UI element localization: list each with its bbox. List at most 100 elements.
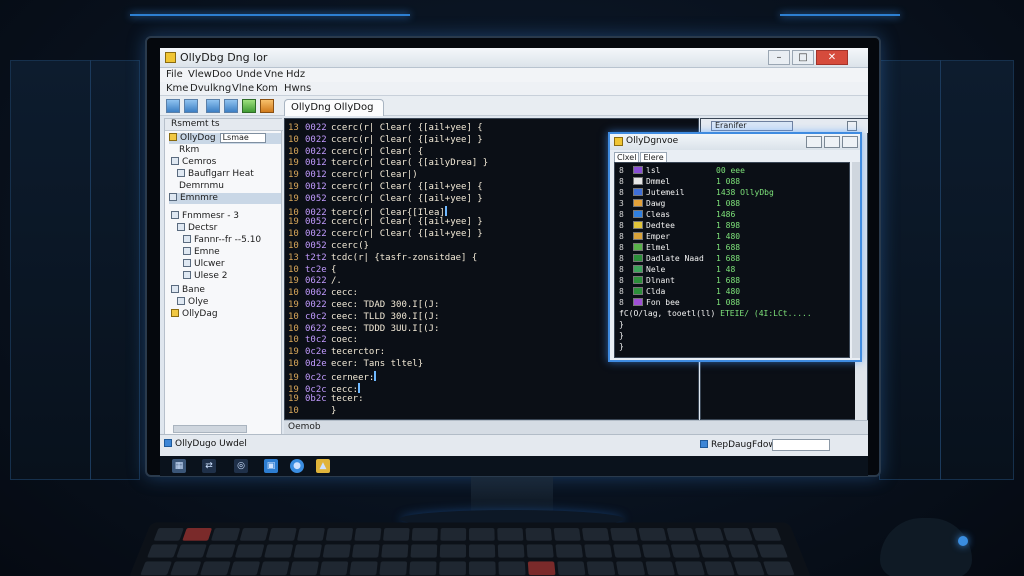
keyboard: [128, 522, 812, 576]
code-line[interactable]: 19 0c2e tecerctor:: [285, 347, 385, 359]
menu-item[interactable]: Dvulkng: [190, 83, 231, 94]
open-icon[interactable]: [166, 99, 180, 113]
text-caret: [358, 382, 361, 393]
tree-item[interactable]: Fannr--fr --5.10: [183, 235, 261, 246]
code-line[interactable]: 19 0012 tcerc(r| Clear( {[ailyDrea] }: [285, 158, 488, 170]
tree-item[interactable]: Dectsr: [177, 223, 217, 234]
code-line[interactable]: 10 0622 ceec: TDDD 3UU.I[(J:: [285, 324, 439, 336]
code-line[interactable]: 10 0022 ccerc(r| Clear( {[ail+yee] }: [285, 229, 483, 241]
keyboard-key: [733, 561, 765, 576]
menu-item[interactable]: Vlne: [232, 83, 254, 94]
instruction-text: ccerc(r| Clear( {[ail+yee] }: [331, 193, 483, 204]
dialog-list-row[interactable]: 8 Cleas 1486: [615, 210, 735, 221]
dialog-list-row[interactable]: 8 Nele 1 48: [615, 265, 735, 276]
code-line[interactable]: 10 0022 ccerc(r| Clear( {[ail+yee] }: [285, 135, 483, 147]
code-line[interactable]: 10 t0c2 coec:: [285, 335, 358, 347]
horizontal-scrollbar[interactable]: [173, 425, 247, 433]
tree-item[interactable]: Ulcwer: [183, 259, 225, 270]
step-icon[interactable]: [260, 99, 274, 113]
code-line[interactable]: 19 0012 ccerc(r| Clear( {[ail+yee] {: [285, 182, 483, 194]
tree-item[interactable]: Rkm: [179, 145, 199, 156]
code-line[interactable]: 19 0022 ceec: TDAD 300.I[(J:: [285, 300, 439, 312]
code-line[interactable]: 19 0b2c tecer:: [285, 394, 364, 406]
code-line[interactable]: 13 t2t2 tcdc(r| {tasfr-zonsitdae] {: [285, 253, 477, 265]
search-icon[interactable]: ◎: [234, 459, 248, 473]
code-line[interactable]: 19 0c2c cecc:: [285, 382, 361, 395]
code-line[interactable]: 10 c0c2 ceec: TLLD 300.I[(J:: [285, 312, 439, 324]
folder-icon[interactable]: ▣: [264, 459, 278, 473]
menu-item[interactable]: Kom: [256, 83, 278, 94]
code-line[interactable]: 10 0022 tcerc(r| Clear{[Ilea]: [285, 205, 447, 218]
dialog-close-button[interactable]: [842, 136, 858, 148]
tree-item-label: Cemros: [182, 157, 217, 167]
run-icon[interactable]: [242, 99, 256, 113]
tree-item[interactable]: OllyDog Lsmae: [169, 133, 281, 144]
menu-item[interactable]: Unde: [236, 69, 262, 80]
instruction-text: coec:: [331, 335, 359, 346]
app-icon[interactable]: ▲: [316, 459, 330, 473]
code-line[interactable]: 10 0062 cecc:: [285, 288, 358, 300]
code-line[interactable]: 10 0022 ccerc(r| Clear( {: [285, 147, 423, 159]
window-icon[interactable]: [224, 99, 238, 113]
tree-item[interactable]: Emnmre: [169, 193, 281, 204]
dialog-window: OllyDgnvoe Clxel Elere 8 lsl 00 eee 8 Dmmel 1 …: [608, 132, 862, 362]
dialog-list-row[interactable]: 8 lsl 00 eee: [615, 166, 745, 177]
code-line[interactable]: 19 0052 ccerc(r| Clear( {[ail+yee] }: [285, 217, 483, 229]
save-icon[interactable]: [206, 99, 220, 113]
file-icon: [183, 259, 191, 267]
dialog-list-row[interactable]: 8 Fon bee 1 088: [615, 298, 740, 309]
network-icon[interactable]: ⇄: [202, 459, 216, 473]
dialog-scrollbar[interactable]: [852, 162, 860, 358]
menu-item[interactable]: Vlew: [188, 69, 212, 80]
tree-item[interactable]: Bauflgarr Heat: [177, 169, 254, 180]
close-button[interactable]: ✕: [816, 50, 848, 65]
dialog-list-row[interactable]: 8 Jutemeil 1438 OllyDbg: [615, 188, 774, 199]
menu-item[interactable]: Doo: [212, 69, 232, 80]
menu-item[interactable]: Vne: [264, 69, 283, 80]
dialog-list-row[interactable]: 8 Dmmel 1 088: [615, 177, 740, 188]
code-line[interactable]: 13 0022 ccerc(r| Clear( {[ail+yee] {: [285, 123, 483, 135]
tree-item[interactable]: Bane: [171, 285, 205, 296]
minimize-button[interactable]: –: [768, 50, 790, 65]
code-line[interactable]: 19 0622 /.: [285, 276, 342, 288]
row-name: Dawg: [646, 199, 666, 208]
background-rack-left: [10, 60, 140, 480]
tree-item[interactable]: OllyDag: [171, 309, 218, 320]
code-line[interactable]: 10 0d2e ecer: Tans tltel}: [285, 359, 423, 371]
dialog-list-row[interactable]: 8 Emper 1 480: [615, 232, 740, 243]
dialog-list-row[interactable]: 8 Clda 1 480: [615, 287, 740, 298]
code-line[interactable]: 19 0012 ccerc(r| Clear|): [285, 170, 418, 182]
close-pane-icon[interactable]: [847, 121, 857, 131]
code-line[interactable]: 19 0c2c cerneer:: [285, 370, 377, 383]
dialog-list-row[interactable]: 3 Dawg 1 088: [615, 199, 740, 210]
tab-main[interactable]: OllyDng OllyDog: [284, 99, 384, 116]
status-field[interactable]: [772, 439, 830, 451]
dialog-list-row[interactable]: 8 Dlnant 1 688: [615, 276, 740, 287]
menu-item[interactable]: Hdz: [286, 69, 305, 80]
menu-item[interactable]: Hwns: [284, 83, 311, 94]
tree-item[interactable]: Ulese 2: [183, 271, 227, 282]
keyboard-key: [704, 561, 735, 576]
menu-item[interactable]: Kme: [166, 83, 188, 94]
dialog-maximize-button[interactable]: [824, 136, 840, 148]
dialog-list-row[interactable]: 8 Elmel 1 688: [615, 243, 740, 254]
tree-item[interactable]: Cemros: [171, 157, 216, 168]
tree-field[interactable]: Lsmae: [219, 133, 266, 143]
dialog-list-row[interactable]: 8 Dedtee 1 898: [615, 221, 740, 232]
tree-item[interactable]: Olye: [177, 297, 208, 308]
menu-item[interactable]: File: [166, 69, 183, 80]
code-line[interactable]: 10 0052 ccerc(}: [285, 241, 369, 253]
tree-item[interactable]: Emne: [183, 247, 220, 258]
dialog-list-row[interactable]: 8 Dadlate Naad 1 688: [615, 254, 740, 265]
code-line[interactable]: 19 0052 ccerc(r| Clear( {[ail+yee] }: [285, 194, 483, 206]
tree-item[interactable]: Fnmmesr - 3: [171, 211, 239, 222]
search-input[interactable]: Eranifer: [711, 121, 793, 131]
code-line[interactable]: 10 tc2e {: [285, 265, 336, 277]
code-line[interactable]: 10}: [285, 406, 336, 418]
dialog-restore-button[interactable]: [806, 136, 822, 148]
browser-icon[interactable]: ●: [290, 459, 304, 473]
maximize-button[interactable]: □: [792, 50, 814, 65]
tree-item[interactable]: Demrnmu: [179, 181, 224, 192]
start-icon[interactable]: ▦: [172, 459, 186, 473]
copy-icon[interactable]: [184, 99, 198, 113]
